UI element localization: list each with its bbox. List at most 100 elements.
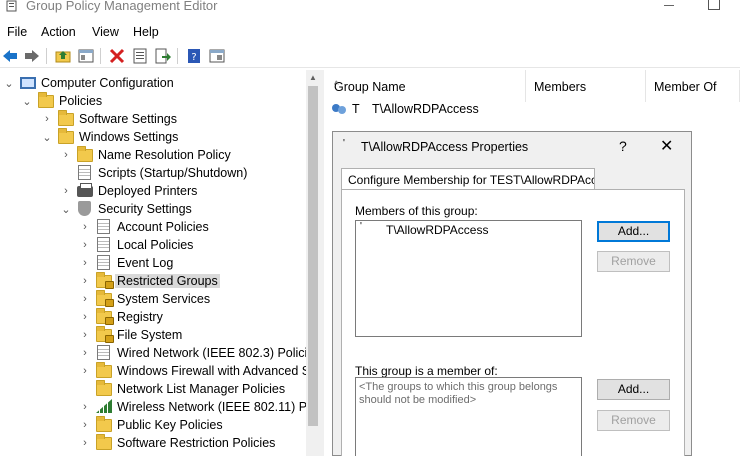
- tree-item[interactable]: › Event Log: [80, 254, 175, 272]
- tree-item[interactable]: Scripts (Startup/Shutdown): [61, 164, 249, 182]
- collapsed-chevron-icon[interactable]: ›: [42, 110, 52, 128]
- folder-icon-shape: [96, 362, 112, 378]
- export-icon[interactable]: [154, 47, 172, 65]
- expanded-chevron-icon[interactable]: ⌄: [22, 92, 32, 110]
- collapsed-chevron-icon[interactable]: ›: [80, 398, 90, 416]
- folder-icon: [77, 146, 93, 163]
- tree-item[interactable]: › Wired Network (IEEE 802.3) Policies: [80, 344, 320, 362]
- printer-icon: [77, 183, 93, 199]
- member-item[interactable]: T\AllowRDPAccess: [386, 223, 488, 237]
- collapsed-chevron-icon[interactable]: ›: [80, 362, 90, 380]
- column-header-group-name[interactable]: Group Name ^: [326, 70, 526, 102]
- column-header-members[interactable]: Members: [526, 70, 646, 102]
- tree-item[interactable]: › Software Settings: [42, 110, 179, 128]
- menu-action[interactable]: Action: [41, 25, 76, 39]
- tree-item[interactable]: › Software Restriction Policies: [80, 434, 277, 452]
- collapsed-chevron-icon[interactable]: ›: [80, 416, 90, 434]
- collapsed-chevron-icon[interactable]: ›: [61, 182, 71, 200]
- tree-item[interactable]: › Name Resolution Policy: [61, 146, 233, 164]
- maximize-button[interactable]: [708, 0, 720, 10]
- collapsed-chevron-icon[interactable]: ›: [80, 326, 90, 344]
- document-icon: [96, 237, 112, 253]
- dialog-title: T\AllowRDPAccess Properties: [361, 140, 529, 154]
- tree-item[interactable]: › Registry: [80, 308, 165, 326]
- expanded-chevron-icon[interactable]: ⌄: [4, 74, 14, 92]
- tree-item[interactable]: › System Services: [80, 290, 212, 308]
- scroll-up-arrow-icon[interactable]: ▲: [309, 73, 317, 82]
- member-of-listbox[interactable]: <The groups to which this group belongs …: [355, 377, 582, 456]
- console-icon[interactable]: [208, 47, 226, 65]
- help-button[interactable]: ?: [619, 138, 627, 154]
- column-label: Members: [534, 80, 587, 94]
- console-tree[interactable]: ⌄ Computer Configuration ⌄ Policies › Softwar…: [0, 70, 320, 456]
- members-remove-button[interactable]: Remove: [597, 251, 670, 272]
- expanded-chevron-icon[interactable]: ⌄: [61, 200, 71, 218]
- show-hide-tree-icon[interactable]: [77, 47, 95, 65]
- document-icon-shape: [97, 219, 110, 234]
- collapsed-chevron-icon[interactable]: ›: [80, 272, 90, 290]
- tree-item[interactable]: Network List Manager Policies: [80, 380, 287, 398]
- scrollbar-thumb[interactable]: [308, 86, 318, 426]
- collapsed-chevron-icon[interactable]: ›: [61, 146, 71, 164]
- pane-splitter[interactable]: [320, 70, 324, 456]
- collapsed-chevron-icon[interactable]: ›: [80, 236, 90, 254]
- forward-arrow-icon[interactable]: [23, 47, 41, 65]
- collapsed-chevron-icon[interactable]: ›: [80, 434, 90, 452]
- back-arrow-icon[interactable]: [1, 47, 19, 65]
- document-icon: [96, 255, 112, 271]
- document-icon-shape: [97, 237, 110, 252]
- tree-item[interactable]: ⌄ Security Settings: [61, 200, 194, 218]
- tree-item[interactable]: › Wireless Network (IEEE 802.11) Polic: [80, 398, 320, 416]
- toolbar-separator: [100, 48, 101, 64]
- members-add-button[interactable]: Add...: [597, 221, 670, 242]
- tree-item-label: Name Resolution Policy: [98, 148, 231, 162]
- menu-help[interactable]: Help: [133, 25, 159, 39]
- list-row-group[interactable]: T T\AllowRDPAccess: [326, 100, 740, 118]
- toolbar-separator: [177, 48, 178, 64]
- tree-item[interactable]: › Restricted Groups: [80, 272, 220, 290]
- folder-icon-shape: [38, 92, 54, 108]
- tree-item[interactable]: ⌄ Policies: [22, 92, 104, 110]
- folder-icon: [96, 362, 112, 379]
- collapsed-chevron-icon[interactable]: ›: [80, 290, 90, 308]
- tree-item[interactable]: › Account Policies: [80, 218, 211, 236]
- locked-folder-icon-shape: [96, 326, 114, 343]
- member-of-add-button[interactable]: Add...: [597, 379, 670, 400]
- members-listbox[interactable]: ' T\AllowRDPAccess: [355, 220, 582, 337]
- expanded-chevron-icon[interactable]: ⌄: [42, 128, 52, 146]
- close-button[interactable]: ✕: [660, 136, 673, 156]
- group-name-prefix: T: [352, 102, 360, 116]
- locked-folder-icon-shape: [96, 308, 114, 325]
- tree-item[interactable]: › Windows Firewall with Advanced Se: [80, 362, 319, 380]
- folder-icon-shape: [58, 128, 74, 144]
- collapsed-chevron-icon[interactable]: ›: [80, 344, 90, 362]
- tree-item-label: Network List Manager Policies: [117, 382, 286, 396]
- minimize-button[interactable]: [664, 0, 676, 8]
- locked-folder-icon: [96, 326, 114, 343]
- printer-icon-shape: [77, 183, 93, 197]
- collapsed-chevron-icon[interactable]: ›: [80, 218, 90, 236]
- help-icon[interactable]: ?: [185, 47, 203, 65]
- tree-item[interactable]: ⌄ Computer Configuration: [4, 74, 176, 92]
- collapsed-chevron-icon[interactable]: ›: [80, 308, 90, 326]
- column-header-member-of[interactable]: Member Of: [646, 70, 740, 102]
- tree-item[interactable]: › Deployed Printers: [61, 182, 199, 200]
- column-label: Group Name: [334, 80, 406, 94]
- menu-file[interactable]: File: [7, 25, 27, 39]
- tree-item[interactable]: › File System: [80, 326, 184, 344]
- tree-vertical-scrollbar[interactable]: ▲: [306, 70, 320, 456]
- group-name: T\AllowRDPAccess: [372, 102, 479, 116]
- properties-icon[interactable]: [131, 47, 149, 65]
- tree-item[interactable]: › Public Key Policies: [80, 416, 225, 434]
- menu-view[interactable]: View: [92, 25, 119, 39]
- tree-item[interactable]: › Local Policies: [80, 236, 195, 254]
- locked-folder-icon: [96, 272, 114, 289]
- member-of-remove-button[interactable]: Remove: [597, 410, 670, 431]
- up-folder-icon[interactable]: [54, 47, 72, 65]
- delete-icon[interactable]: [108, 47, 126, 65]
- sort-ascending-icon: ^: [334, 80, 339, 91]
- tree-item[interactable]: ⌄ Windows Settings: [42, 128, 180, 146]
- collapsed-chevron-icon[interactable]: ›: [80, 254, 90, 272]
- tab-configure-membership[interactable]: Configure Membership for TEST\AllowRDPAc…: [341, 168, 595, 190]
- toolbar: ?: [0, 44, 740, 68]
